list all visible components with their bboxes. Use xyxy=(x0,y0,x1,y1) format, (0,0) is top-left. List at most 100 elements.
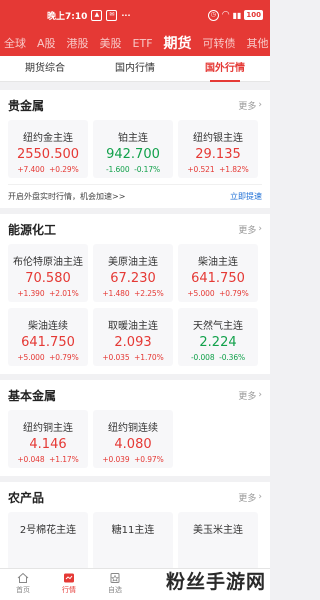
quote-change: +1.390 +2.01% xyxy=(8,289,88,298)
tab-us[interactable]: 美股 xyxy=(100,35,122,51)
market-tabs: 全球 A股 港股 美股 ETF 期货 可转债 其他 xyxy=(0,30,270,56)
chevron-right-icon: › xyxy=(258,492,262,502)
quote-card[interactable]: 取暖油主连 2.093 +0.035 +1.70% xyxy=(93,308,173,366)
quote-row: 2号棉花主连 糖11主连 美玉米主连 xyxy=(8,512,262,570)
change-pct: +1.70% xyxy=(134,353,164,362)
quote-change: +5.000 +0.79% xyxy=(8,353,88,362)
tab-other[interactable]: 其他 xyxy=(247,35,269,51)
quote-change: +7.400 +0.29% xyxy=(8,165,88,174)
change-value: -1.600 xyxy=(105,165,130,174)
subtab-foreign[interactable]: 国外行情 xyxy=(180,56,270,82)
change-value: +5.000 xyxy=(187,289,215,298)
quote-change: +0.521 +1.82% xyxy=(178,165,258,174)
quote-price: 942.700 xyxy=(106,147,160,162)
battery-icon: 100 xyxy=(244,10,263,20)
quote-card[interactable]: 2号棉花主连 xyxy=(8,512,88,570)
quote-name: 柴油连续 xyxy=(28,321,68,332)
nav-market[interactable]: 行情 xyxy=(46,569,92,600)
quote-price: 70.580 xyxy=(25,271,71,286)
quote-card[interactable]: 纽约铜连续 4.080 +0.039 +0.97% xyxy=(93,410,173,468)
section-energy-chemicals: 能源化工 更多 › 布伦特原油主连 70.580 +1.390 +2.01% 美原… xyxy=(0,214,270,374)
speed-up-link[interactable]: 立即提速 xyxy=(230,191,262,202)
notification-icon: ▲ xyxy=(91,9,103,21)
section-agriculture: 农产品 更多 › 2号棉花主连 糖11主连 美玉米主连 xyxy=(0,482,270,570)
nav-label: 自选 xyxy=(108,586,122,594)
tab-a-share[interactable]: A股 xyxy=(37,35,56,51)
section-base-metals: 基本金属 更多 › 纽约铜主连 4.146 +0.048 +1.17% 纽约铜连续… xyxy=(0,380,270,476)
change-pct: -0.17% xyxy=(134,165,161,174)
more-button[interactable]: 更多 › xyxy=(238,99,262,112)
chevron-right-icon: › xyxy=(258,100,262,110)
change-pct: +0.97% xyxy=(134,455,164,464)
section-precious-metals: 贵金属 更多 › 纽约金主连 2550.500 +7.400 +0.29% 铂主连… xyxy=(0,90,270,208)
more-label: 更多 xyxy=(238,225,257,236)
more-label: 更多 xyxy=(238,101,257,112)
tab-futures[interactable]: 期货 xyxy=(164,33,192,53)
quote-card[interactable]: 糖11主连 xyxy=(93,512,173,570)
quote-card[interactable]: 纽约铜主连 4.146 +0.048 +1.17% xyxy=(8,410,88,468)
more-button[interactable]: 更多 › xyxy=(238,223,262,236)
watermark-logo: 粉丝手游网 xyxy=(165,571,266,593)
quote-name: 美玉米主连 xyxy=(193,525,243,536)
quote-card[interactable]: 纽约金主连 2550.500 +7.400 +0.29% xyxy=(8,120,88,178)
change-value: +5.000 xyxy=(17,353,45,362)
quote-price: 4.146 xyxy=(29,437,67,452)
change-value: -0.008 xyxy=(190,353,215,362)
change-value: +0.521 xyxy=(187,165,215,174)
chevron-right-icon: › xyxy=(258,390,262,400)
section-title: 农产品 xyxy=(8,490,45,505)
quote-change: -0.008 -0.36% xyxy=(178,353,258,362)
tab-global[interactable]: 全球 xyxy=(4,35,26,51)
subtab-domestic[interactable]: 国内行情 xyxy=(90,56,180,82)
alarm-icon: ◷ xyxy=(207,9,219,21)
nav-home[interactable]: 首页 xyxy=(0,569,46,600)
more-label: 更多 xyxy=(238,391,257,402)
nav-label: 首页 xyxy=(16,586,30,594)
quote-card[interactable]: 铂主连 942.700 -1.600 -0.17% xyxy=(93,120,173,178)
tab-etf[interactable]: ETF xyxy=(133,37,153,50)
change-pct: +0.79% xyxy=(49,353,79,362)
quote-name: 纽约铜主连 xyxy=(23,423,73,434)
notification-icon-2: ✉ xyxy=(106,9,118,21)
quote-name: 纽约铜连续 xyxy=(108,423,158,434)
quote-price: 29.135 xyxy=(195,147,241,162)
status-time: 晚上7:10 xyxy=(47,11,88,22)
quote-card[interactable]: 布伦特原油主连 70.580 +1.390 +2.01% xyxy=(8,244,88,302)
quote-name: 铂主连 xyxy=(118,133,148,144)
quote-card[interactable]: 天然气主连 2.224 -0.008 -0.36% xyxy=(178,308,258,366)
home-icon xyxy=(17,572,29,583)
section-title: 基本金属 xyxy=(8,388,57,403)
nav-label: 行情 xyxy=(62,586,76,594)
quote-name: 2号棉花主连 xyxy=(19,525,77,536)
quote-card[interactable]: 美原油主连 67.230 +1.480 +2.25% xyxy=(93,244,173,302)
quote-name: 天然气主连 xyxy=(193,321,243,332)
more-button[interactable]: 更多 › xyxy=(238,389,262,402)
watchlist-icon xyxy=(110,573,120,583)
quote-price: 4.080 xyxy=(114,437,152,452)
nav-watchlist[interactable]: 自选 xyxy=(92,569,138,600)
change-value: +0.039 xyxy=(102,455,130,464)
section-title: 贵金属 xyxy=(8,98,45,113)
quote-change: +5.000 +0.79% xyxy=(178,289,258,298)
change-value: +1.480 xyxy=(102,289,130,298)
quote-card[interactable]: 纽约银主连 29.135 +0.521 +1.82% xyxy=(178,120,258,178)
tab-convertible[interactable]: 可转债 xyxy=(203,35,236,51)
quote-card[interactable]: 柴油主连 641.750 +5.000 +0.79% xyxy=(178,244,258,302)
quote-name: 纽约金主连 xyxy=(23,133,73,144)
wifi-icon: ◠ xyxy=(221,10,230,20)
subtab-futures-overview[interactable]: 期货综合 xyxy=(0,56,90,82)
quote-card[interactable]: 柴油连续 641.750 +5.000 +0.79% xyxy=(8,308,88,366)
quote-name: 取暖油主连 xyxy=(108,321,158,332)
notice-text[interactable]: 开启外盘实时行情，机会加速>> xyxy=(8,191,125,202)
quote-price: 2.093 xyxy=(114,335,152,350)
quote-card[interactable]: 美玉米主连 xyxy=(178,512,258,570)
quote-change: +0.039 +0.97% xyxy=(93,455,173,464)
tab-hk[interactable]: 港股 xyxy=(67,35,89,51)
quote-name: 糖11主连 xyxy=(111,525,155,536)
quote-row: 纽约金主连 2550.500 +7.400 +0.29% 铂主连 942.700… xyxy=(8,120,262,178)
quote-price: 67.230 xyxy=(110,271,156,286)
more-button[interactable]: 更多 › xyxy=(238,491,262,504)
quote-row: 柴油连续 641.750 +5.000 +0.79% 取暖油主连 2.093 +… xyxy=(8,308,262,366)
signal-icon: ▮▮ xyxy=(232,10,242,20)
change-pct: +0.79% xyxy=(219,289,249,298)
